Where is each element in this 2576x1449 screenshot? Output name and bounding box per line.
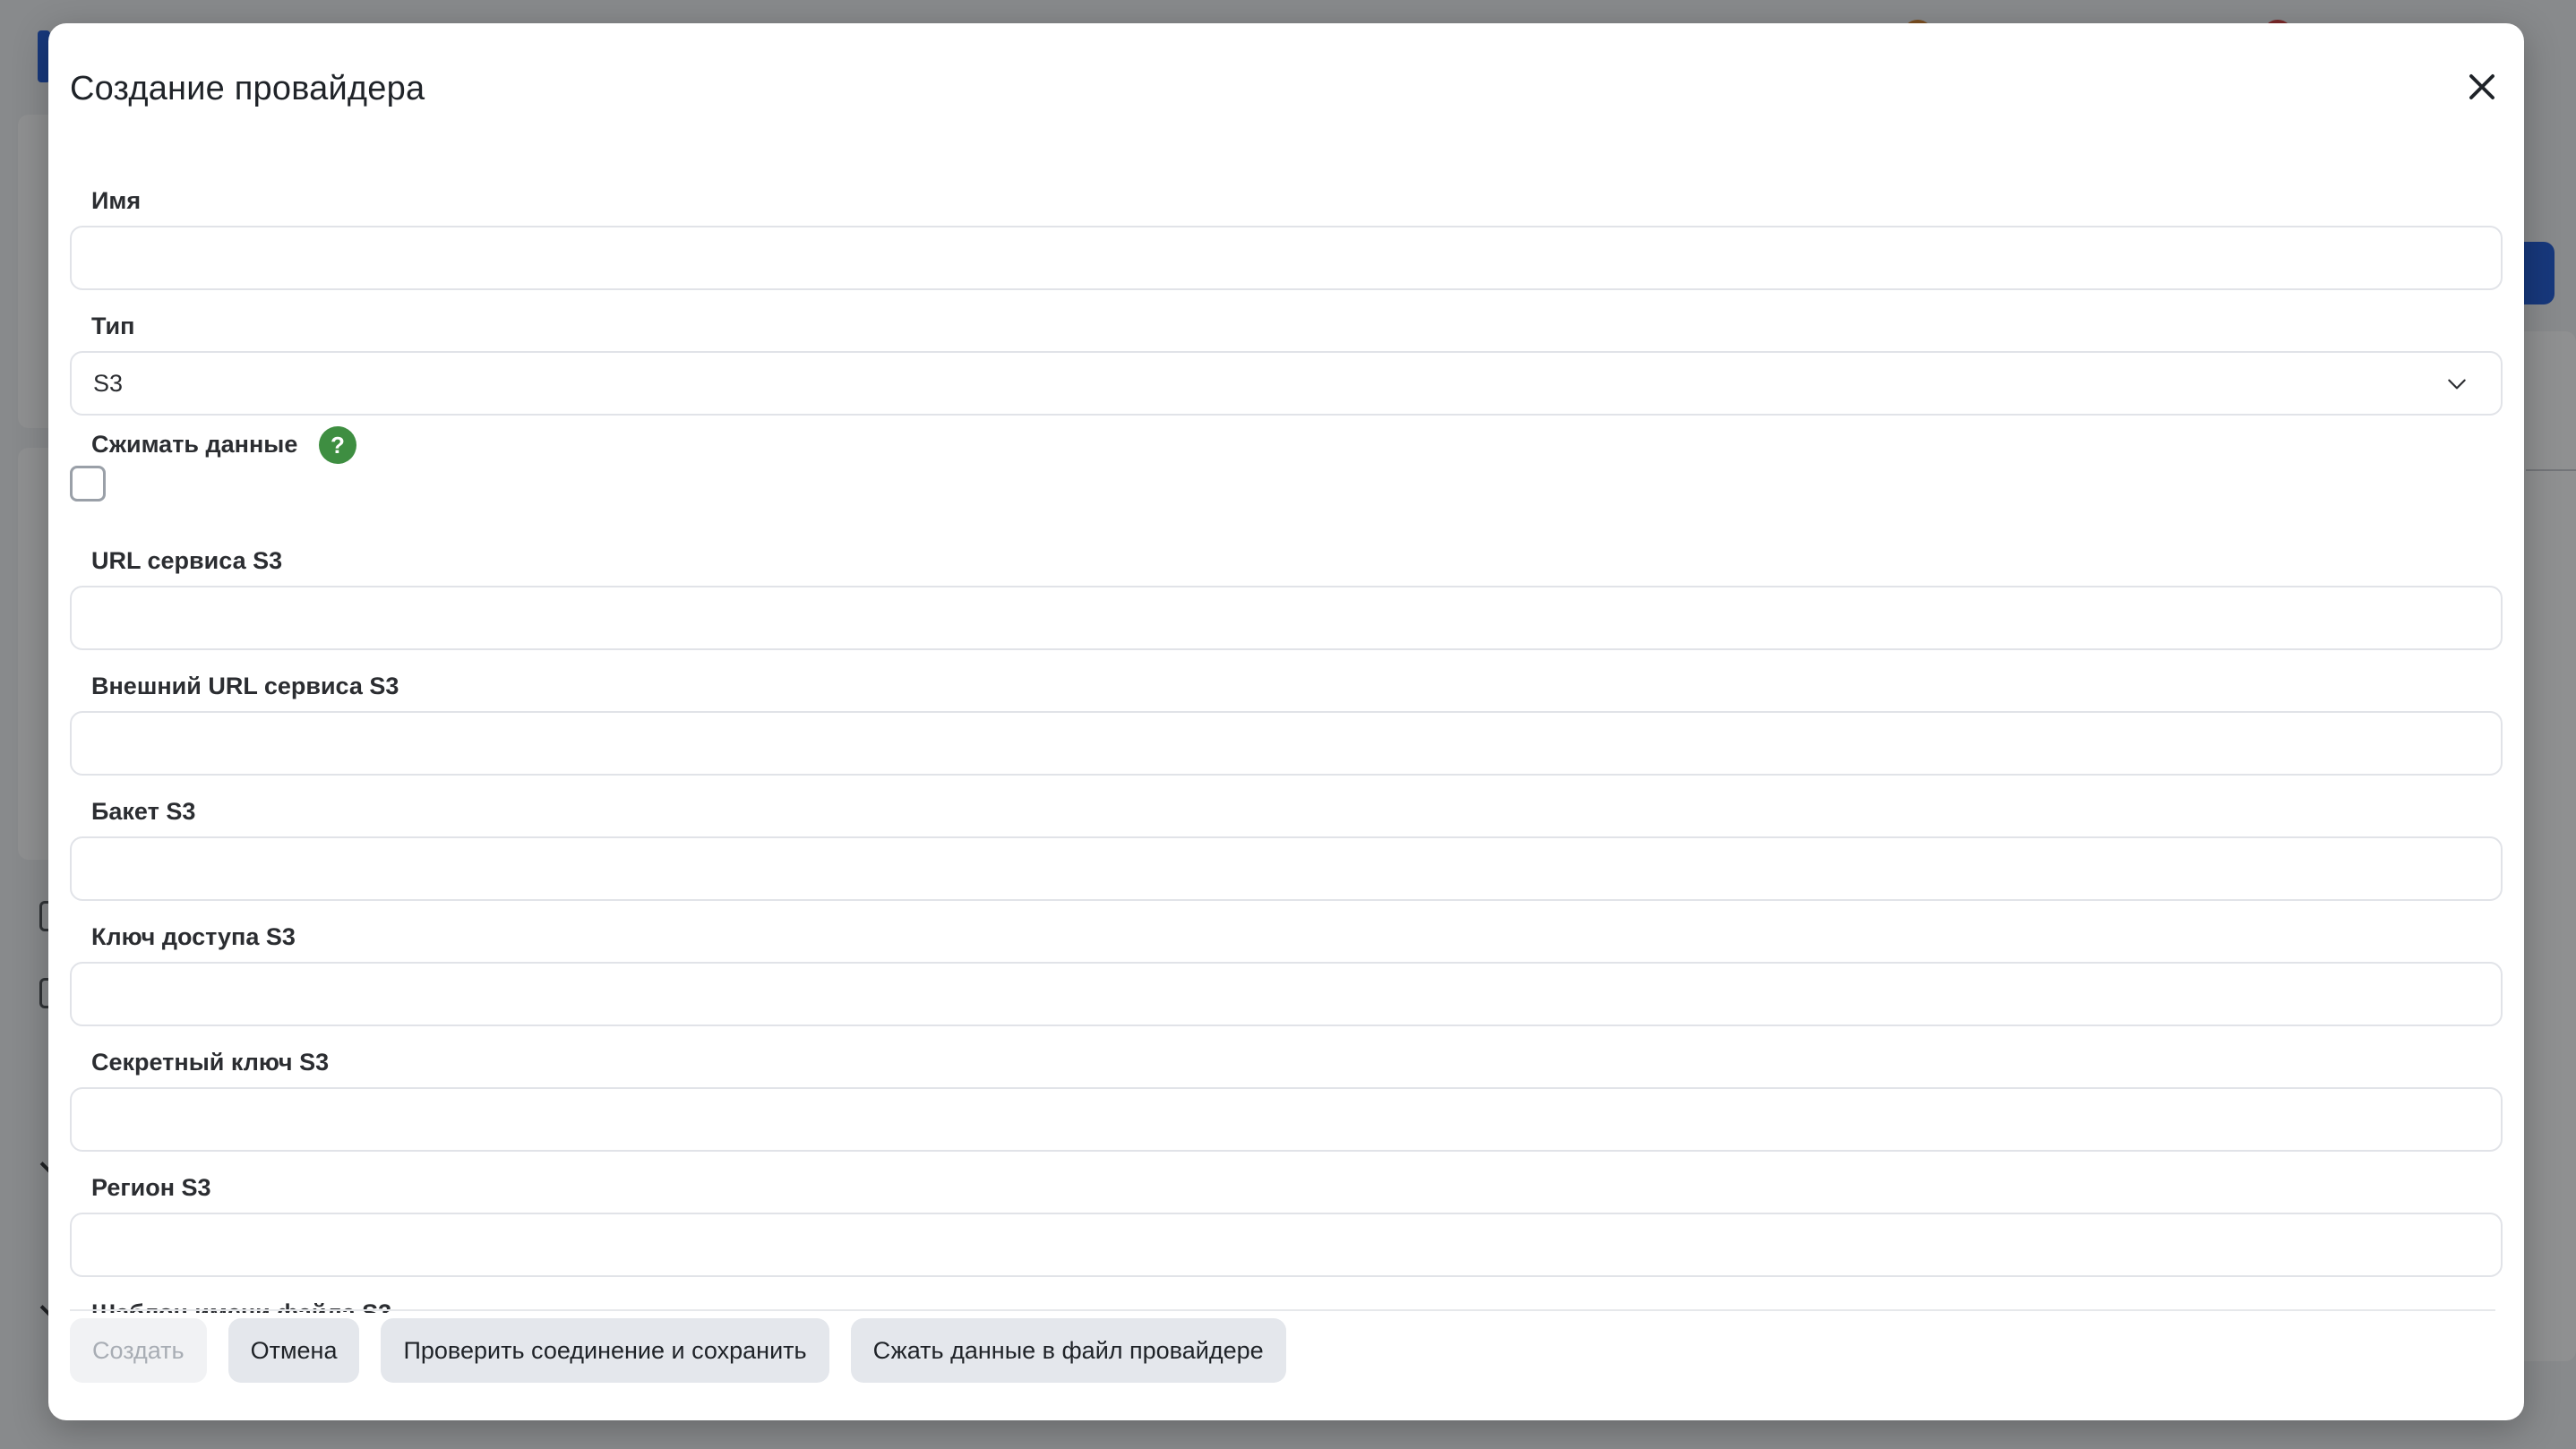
close-icon <box>2469 74 2494 99</box>
field-label: Секретный ключ S3 <box>91 1049 330 1076</box>
field-label: Внешний URL сервиса S3 <box>91 673 399 699</box>
field-label: Ключ доступа S3 <box>91 923 296 950</box>
field-label: Тип <box>91 313 135 339</box>
chevron-down-icon <box>2448 379 2466 390</box>
cancel-button[interactable]: Отмена <box>228 1318 360 1383</box>
s3-region-input[interactable] <box>70 1213 2503 1277</box>
s3-access-key-input[interactable] <box>70 962 2503 1026</box>
create-provider-dialog: Создание провайдера Имя Тип S3 Сжимать д… <box>48 23 2524 1420</box>
create-button[interactable]: Создать <box>70 1318 207 1383</box>
name-input[interactable] <box>70 226 2503 290</box>
dialog-footer: Создать Отмена Проверить соединение и со… <box>70 1318 1286 1383</box>
type-select-value: S3 <box>93 369 124 397</box>
s3-external-url-input[interactable] <box>70 711 2503 776</box>
field-label: Регион S3 <box>91 1174 211 1201</box>
s3-url-input[interactable] <box>70 586 2503 650</box>
close-button[interactable] <box>2458 63 2506 111</box>
field-label: Имя <box>91 187 142 214</box>
s3-secret-key-input[interactable] <box>70 1087 2503 1152</box>
compress-data-label: Сжимать данные <box>91 431 298 458</box>
test-connection-save-button[interactable]: Проверить соединение и сохранить <box>381 1318 829 1383</box>
compress-data-checkbox[interactable] <box>70 466 106 502</box>
type-select[interactable]: S3 <box>70 351 2503 416</box>
form-body[interactable]: Имя Тип S3 Сжимать данные ? URL сервиса … <box>70 158 2503 1313</box>
help-icon[interactable]: ? <box>319 426 356 464</box>
field-label: Бакет S3 <box>91 798 196 825</box>
dialog-title: Создание провайдера <box>70 70 425 107</box>
field-label: URL сервиса S3 <box>91 547 283 574</box>
s3-bucket-input[interactable] <box>70 836 2503 901</box>
compress-data-row: Сжимать данные ? <box>70 426 2503 516</box>
footer-divider <box>70 1309 2495 1311</box>
compress-to-file-button[interactable]: Сжать данные в файл провайдере <box>850 1318 1286 1383</box>
